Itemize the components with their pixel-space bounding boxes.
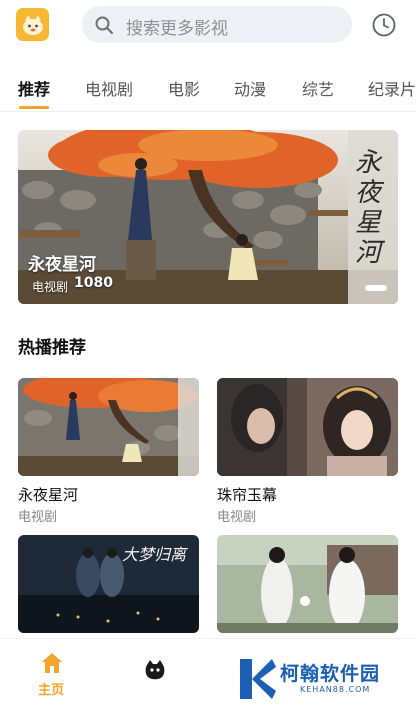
tab-recommend[interactable]: 推荐: [18, 76, 50, 100]
banner-title: 永夜星河: [28, 255, 96, 275]
app-logo-icon[interactable]: [16, 8, 49, 41]
media-card[interactable]: 珠帘玉幕 电视剧: [217, 378, 398, 525]
card-thumbnail: 大梦归离: [18, 535, 199, 633]
card-title: 珠帘玉幕: [217, 486, 278, 504]
tab-variety[interactable]: 综艺: [302, 76, 334, 100]
search-placeholder: 搜索更多影视: [126, 19, 228, 39]
card-subtitle: 电视剧: [18, 510, 58, 525]
tab-anime[interactable]: 动漫: [234, 76, 266, 100]
card-thumbnail: [217, 535, 398, 633]
featured-banner[interactable]: 永夜星河 永夜星河 电视剧 1080: [18, 130, 398, 304]
header: 搜索更多影视: [0, 0, 416, 52]
nav-home-label[interactable]: 主页: [38, 679, 64, 698]
category-tabs: 推荐 电视剧 电影 动漫 综艺 纪录片: [0, 70, 416, 110]
watermark-logo: [240, 659, 276, 699]
banner-calligraphy: 永夜星河: [355, 148, 382, 268]
bottom-navigation: 主页 柯翰软件园 KEHAN88.COM: [0, 638, 416, 705]
banner-quality: 1080: [74, 275, 113, 291]
banner-pager-indicator: [365, 285, 387, 291]
mascot-icon[interactable]: [144, 659, 166, 681]
card-thumbnail: [18, 378, 199, 476]
card-title: 永夜星河: [18, 486, 79, 504]
watermark: 柯翰软件园 KEHAN88.COM: [236, 657, 406, 701]
search-icon: [95, 16, 114, 35]
card-overlay-calligraphy: 大梦归离: [122, 545, 187, 564]
tab-tv-series[interactable]: 电视剧: [85, 76, 133, 100]
section-title: 热播推荐: [18, 338, 86, 358]
tab-documentary[interactable]: 纪录片: [368, 76, 416, 100]
media-card[interactable]: 永夜星河 电视剧: [18, 378, 199, 525]
search-box[interactable]: 搜索更多影视: [82, 6, 352, 43]
tab-active-indicator: [19, 106, 49, 109]
watermark-text: 柯翰软件园: [280, 663, 381, 685]
card-subtitle: 电视剧: [217, 510, 257, 525]
card-thumbnail: [217, 378, 398, 476]
home-icon[interactable]: [40, 651, 64, 675]
clock-icon[interactable]: [371, 12, 397, 38]
watermark-sub: KEHAN88.COM: [300, 685, 371, 694]
banner-category: 电视剧: [32, 280, 69, 294]
tab-movies[interactable]: 电影: [168, 76, 200, 100]
divider: [0, 111, 416, 112]
